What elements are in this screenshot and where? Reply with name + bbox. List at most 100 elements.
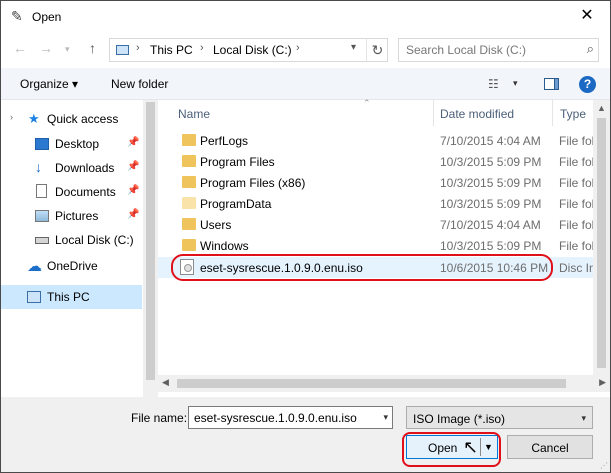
cancel-button-label: Cancel bbox=[531, 441, 569, 455]
file-date: 10/3/2015 5:09 PM bbox=[440, 197, 542, 211]
file-row-windows[interactable]: Windows 10/3/2015 5:09 PM File folder bbox=[158, 235, 610, 256]
file-list-vertical-scrollbar[interactable]: ▲ bbox=[593, 100, 610, 375]
file-row-program-files[interactable]: Program Files 10/3/2015 5:09 PM File fol… bbox=[158, 151, 610, 172]
open-dialog: ✎ Open ✕ ← → ▾ ↑ › This PC › Local Disk … bbox=[0, 0, 611, 473]
file-name: PerfLogs bbox=[200, 134, 249, 148]
breadcrumb-separator: › bbox=[136, 42, 140, 54]
sort-caret-icon: ⌃ bbox=[363, 98, 371, 108]
new-folder-button[interactable]: New folder bbox=[111, 77, 168, 91]
sidebar-item-label: Quick access bbox=[47, 112, 119, 126]
sidebar-item-downloads[interactable]: ↓ Downloads 📌 bbox=[1, 156, 142, 180]
sidebar-item-label: OneDrive bbox=[47, 259, 98, 273]
breadcrumb-local-disk[interactable]: Local Disk (C:) bbox=[213, 43, 292, 57]
file-row-users[interactable]: Users 7/10/2015 4:04 AM File folder bbox=[158, 214, 610, 235]
window-title: Open bbox=[32, 10, 62, 24]
file-list-horizontal-scrollbar[interactable]: ◀ ▶ bbox=[158, 375, 610, 392]
breadcrumb-separator: › bbox=[200, 42, 204, 54]
highlight-annotation bbox=[171, 254, 553, 281]
folder-icon bbox=[182, 134, 196, 146]
column-header-name[interactable]: Name bbox=[178, 107, 210, 121]
preview-pane-icon[interactable] bbox=[544, 78, 559, 90]
file-row-perflogs[interactable]: PerfLogs 7/10/2015 4:04 AM File folder bbox=[158, 130, 610, 151]
pin-icon[interactable]: 📌 bbox=[127, 209, 139, 220]
sidebar-item-label: This PC bbox=[47, 290, 90, 304]
recent-locations-icon[interactable]: ▾ bbox=[65, 44, 70, 55]
help-button[interactable]: ? bbox=[579, 76, 596, 93]
search-input[interactable] bbox=[399, 39, 577, 61]
column-header-row: ⌃ Name Date modified Type bbox=[158, 98, 610, 126]
file-name-label: File name: bbox=[131, 411, 188, 425]
documents-icon bbox=[36, 184, 47, 198]
navigation-bar: ← → ▾ ↑ › This PC › Local Disk (C:) › ▾ … bbox=[1, 32, 610, 68]
refresh-icon[interactable]: ↻ bbox=[366, 39, 388, 61]
column-divider[interactable] bbox=[433, 100, 434, 126]
folder-icon bbox=[182, 197, 196, 209]
column-divider[interactable] bbox=[552, 100, 553, 126]
pin-icon[interactable]: 📌 bbox=[127, 185, 139, 196]
file-name: Program Files (x86) bbox=[200, 176, 306, 190]
cancel-button[interactable]: Cancel bbox=[507, 435, 593, 459]
back-arrow-icon[interactable]: ← bbox=[13, 40, 27, 56]
file-name: Windows bbox=[200, 239, 249, 253]
column-header-date[interactable]: Date modified bbox=[440, 107, 514, 121]
search-box[interactable]: ⌕ bbox=[398, 38, 599, 62]
file-name-combobox[interactable]: ▾ bbox=[188, 406, 393, 429]
navigation-pane: › ★ Quick access Desktop 📌 ↓ Downloads 📌… bbox=[1, 100, 142, 397]
sidebar-item-quick-access[interactable]: › ★ Quick access bbox=[1, 107, 142, 131]
scrollbar-thumb[interactable] bbox=[597, 118, 606, 368]
file-name: Users bbox=[200, 218, 232, 232]
desktop-icon bbox=[35, 138, 49, 150]
sidebar-item-local-disk[interactable]: Local Disk (C:) bbox=[1, 228, 142, 252]
scrollbar-thumb[interactable] bbox=[146, 102, 155, 380]
sidebar-item-this-pc[interactable]: This PC bbox=[1, 285, 142, 309]
folder-icon bbox=[182, 239, 196, 251]
file-type-value: ISO Image (*.iso) bbox=[413, 412, 506, 426]
search-icon[interactable]: ⌕ bbox=[587, 41, 594, 57]
file-date: 7/10/2015 4:04 AM bbox=[440, 134, 541, 148]
dialog-footer: File name: ▾ ISO Image (*.iso) ▾ Open ▼ … bbox=[1, 397, 610, 472]
close-button[interactable]: ✕ bbox=[564, 1, 610, 31]
file-row-programdata[interactable]: ProgramData 10/3/2015 5:09 PM File folde… bbox=[158, 193, 610, 214]
pin-icon[interactable]: 📌 bbox=[127, 161, 139, 172]
download-icon: ↓ bbox=[35, 159, 42, 175]
file-date: 7/10/2015 4:04 AM bbox=[440, 218, 541, 232]
chevron-down-icon[interactable]: ▾ bbox=[581, 413, 586, 424]
sidebar-item-documents[interactable]: Documents 📌 bbox=[1, 180, 142, 204]
file-date: 10/3/2015 5:09 PM bbox=[440, 155, 542, 169]
forward-arrow-icon[interactable]: → bbox=[39, 40, 53, 56]
breadcrumb-this-pc[interactable]: This PC bbox=[150, 43, 193, 57]
folder-icon bbox=[182, 176, 196, 188]
sidebar-item-label: Documents bbox=[55, 185, 116, 199]
scroll-up-icon[interactable]: ▲ bbox=[597, 103, 606, 113]
breadcrumb-separator: › bbox=[296, 42, 300, 54]
file-name-input[interactable] bbox=[189, 407, 371, 428]
pictures-icon bbox=[35, 210, 49, 222]
file-type-select[interactable]: ISO Image (*.iso) ▾ bbox=[406, 406, 593, 429]
folder-icon bbox=[182, 155, 196, 167]
view-options-icon[interactable]: ☷ bbox=[488, 77, 499, 91]
chevron-down-icon[interactable]: ▾ bbox=[383, 412, 388, 423]
sidebar-item-label: Pictures bbox=[55, 209, 99, 223]
scroll-left-icon[interactable]: ◀ bbox=[162, 377, 169, 388]
chevron-down-icon[interactable]: ▾ bbox=[513, 78, 518, 89]
file-row-program-files-x86[interactable]: Program Files (x86) 10/3/2015 5:09 PM Fi… bbox=[158, 172, 610, 193]
command-bar: Organize ▾ New folder ☷ ▾ ? bbox=[1, 68, 610, 100]
scrollbar-thumb[interactable] bbox=[177, 379, 566, 388]
sidebar-item-onedrive[interactable]: ☁ OneDrive bbox=[1, 254, 142, 278]
title-bar: ✎ Open ✕ bbox=[1, 1, 610, 32]
chevron-down-icon[interactable]: ▾ bbox=[351, 42, 356, 53]
column-header-type[interactable]: Type bbox=[560, 107, 586, 121]
organize-button[interactable]: Organize ▾ bbox=[20, 77, 78, 91]
address-bar[interactable]: › This PC › Local Disk (C:) › ▾ ↻ bbox=[109, 38, 388, 62]
folder-icon bbox=[182, 218, 196, 230]
resize-grip-icon[interactable]: ⋰ bbox=[600, 461, 608, 470]
computer-icon bbox=[116, 45, 129, 55]
file-date: 10/3/2015 5:09 PM bbox=[440, 239, 542, 253]
up-arrow-icon[interactable]: ↑ bbox=[89, 40, 96, 56]
navigation-scrollbar[interactable] bbox=[143, 100, 158, 397]
scroll-right-icon[interactable]: ▶ bbox=[599, 377, 606, 388]
sidebar-item-desktop[interactable]: Desktop 📌 bbox=[1, 132, 142, 156]
expand-chevron-icon[interactable]: › bbox=[10, 112, 24, 124]
sidebar-item-pictures[interactable]: Pictures 📌 bbox=[1, 204, 142, 228]
pin-icon[interactable]: 📌 bbox=[127, 137, 139, 148]
